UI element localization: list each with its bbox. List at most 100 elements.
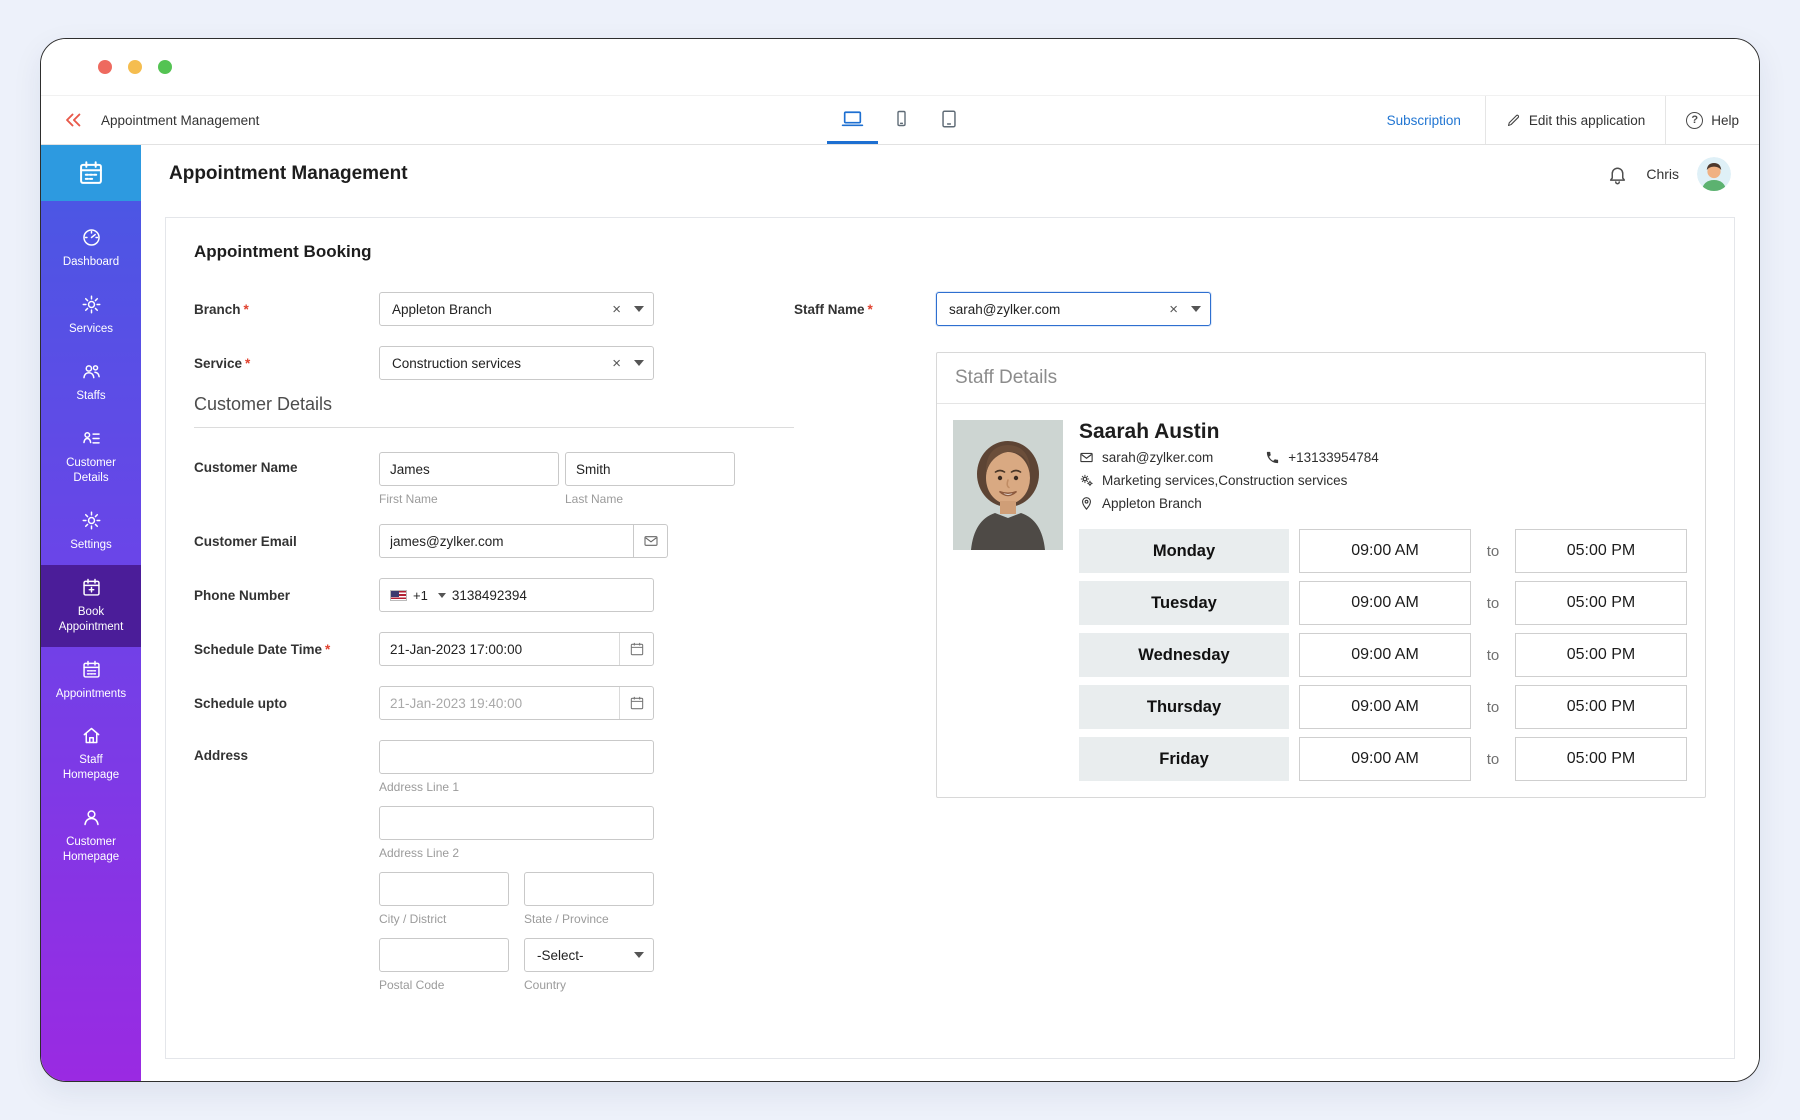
schedule-day: Thursday: [1079, 685, 1289, 729]
clear-icon[interactable]: ×: [1160, 302, 1187, 317]
sidebar-item-staff-homepage[interactable]: Staff Homepage: [41, 713, 141, 795]
postal-helper: Postal Code: [379, 978, 509, 992]
staff-details-title: Staff Details: [937, 353, 1705, 404]
postal-code-input[interactable]: [379, 938, 509, 972]
people-icon: [81, 361, 102, 382]
address-line2-field: Address Line 2: [379, 806, 654, 860]
service-select[interactable]: Construction services ×: [379, 346, 654, 380]
schedule-start-time[interactable]: 09:00 AM: [1299, 633, 1471, 677]
notifications-bell-icon[interactable]: [1607, 164, 1628, 185]
schedule-end-time[interactable]: 05:00 PM: [1515, 633, 1687, 677]
branch-label: Branch*: [194, 302, 379, 317]
service-label: Service*: [194, 356, 379, 371]
schedule-start-input[interactable]: 21-Jan-2023 17:00:00: [379, 632, 654, 666]
staff-name-select[interactable]: sarah@zylker.com ×: [936, 292, 1211, 326]
app-body: Dashboard Services Staffs: [41, 145, 1759, 1081]
phone-input-group[interactable]: +1: [379, 578, 654, 612]
toolbar-app-title: Appointment Management: [101, 113, 259, 128]
minimize-window-button[interactable]: [128, 60, 142, 74]
subscription-link[interactable]: Subscription: [1363, 96, 1485, 144]
state-input[interactable]: [524, 872, 654, 906]
content-area: Appointment Booking Branch* Appleton Bra…: [141, 203, 1759, 1081]
sidebar-item-dashboard[interactable]: Dashboard: [41, 215, 141, 282]
email-envelope-button[interactable]: [634, 524, 668, 558]
sidebar-item-services[interactable]: Services: [41, 282, 141, 349]
schedule-end-time[interactable]: 05:00 PM: [1515, 737, 1687, 781]
sidebar-item-customer-homepage[interactable]: Customer Homepage: [41, 795, 141, 877]
schedule-upto-input[interactable]: 21-Jan-2023 19:40:00: [379, 686, 654, 720]
address-line2-input[interactable]: [379, 806, 654, 840]
city-input[interactable]: [379, 872, 509, 906]
zoom-window-button[interactable]: [158, 60, 172, 74]
form-left-column: Branch* Appleton Branch ×: [194, 292, 794, 992]
calendar-icon[interactable]: [619, 687, 653, 719]
state-helper: State / Province: [524, 912, 654, 926]
staff-phone: +13133954784: [1265, 450, 1378, 465]
address-line1-input[interactable]: [379, 740, 654, 774]
schedule-end-time[interactable]: 05:00 PM: [1515, 581, 1687, 625]
desktop-view-toggle[interactable]: [827, 96, 878, 144]
clear-icon[interactable]: ×: [603, 302, 630, 317]
tablet-view-toggle[interactable]: [925, 96, 973, 144]
sidebar-item-customer-details[interactable]: Customer Details: [41, 416, 141, 498]
customer-email-input[interactable]: [379, 524, 634, 558]
sidebar-item-book-appointment[interactable]: Book Appointment: [41, 565, 141, 647]
required-asterisk: *: [325, 642, 330, 657]
edit-application-button[interactable]: Edit this application: [1485, 96, 1665, 144]
help-button[interactable]: ? Help: [1665, 96, 1759, 144]
address-label: Address: [194, 740, 379, 763]
calendar-icon[interactable]: [619, 633, 653, 665]
schedule-to-label: to: [1471, 751, 1515, 768]
clear-icon[interactable]: ×: [603, 356, 630, 371]
sidebar: Dashboard Services Staffs: [41, 145, 141, 1081]
required-asterisk: *: [868, 302, 873, 317]
phone-icon: [1265, 450, 1280, 465]
postal-field: Postal Code: [379, 938, 509, 992]
service-label-text: Service: [194, 356, 242, 371]
branch-field-row: Branch* Appleton Branch ×: [194, 292, 794, 326]
laptop-icon: [840, 106, 865, 131]
chevron-down-icon: [634, 306, 644, 312]
home-icon: [81, 725, 102, 746]
country-select[interactable]: -Select-: [524, 938, 654, 972]
last-name-field: Last Name: [565, 452, 735, 506]
schedule-start-field-row: Schedule Date Time* 21-Jan-2023 17:00:00: [194, 632, 794, 666]
first-name-helper: First Name: [379, 492, 559, 506]
staff-email: sarah@zylker.com: [1079, 450, 1213, 465]
schedule-day: Friday: [1079, 737, 1289, 781]
first-name-input[interactable]: [379, 452, 559, 486]
sidebar-item-settings[interactable]: Settings: [41, 498, 141, 565]
sidebar-item-appointments[interactable]: Appointments: [41, 647, 141, 714]
schedule-start-time[interactable]: 09:00 AM: [1299, 581, 1471, 625]
schedule-start-time[interactable]: 09:00 AM: [1299, 737, 1471, 781]
chevron-down-icon[interactable]: [438, 593, 446, 598]
schedule-end-time[interactable]: 05:00 PM: [1515, 685, 1687, 729]
schedule-start-time[interactable]: 09:00 AM: [1299, 685, 1471, 729]
mobile-view-toggle[interactable]: [878, 96, 925, 144]
help-label: Help: [1711, 113, 1739, 128]
app-logo[interactable]: [41, 145, 141, 201]
page-title: Appointment Management: [169, 163, 408, 185]
sidebar-item-staffs[interactable]: Staffs: [41, 349, 141, 416]
address-fields: Address Line 1 Address Line 2: [379, 740, 654, 992]
last-name-input[interactable]: [565, 452, 735, 486]
branch-select[interactable]: Appleton Branch ×: [379, 292, 654, 326]
customer-name-label: Customer Name: [194, 452, 379, 475]
schedule-day: Tuesday: [1079, 581, 1289, 625]
sidebar-item-label: Appointments: [56, 687, 126, 702]
country-field: -Select- Country: [524, 938, 654, 992]
schedule-row-wednesday: Wednesday 09:00 AM to 05:00 PM: [1079, 633, 1689, 677]
schedule-start-label: Schedule Date Time*: [194, 642, 379, 657]
customer-email-group: [379, 524, 668, 558]
sidebar-item-label: Customer Homepage: [51, 835, 131, 865]
staff-name-label: Staff Name*: [794, 302, 936, 317]
schedule-end-time[interactable]: 05:00 PM: [1515, 529, 1687, 573]
staff-details-panel: Staff Details: [936, 352, 1706, 798]
back-button[interactable]: [57, 104, 89, 136]
schedule-start-time[interactable]: 09:00 AM: [1299, 529, 1471, 573]
device-preview-switch: [827, 96, 973, 144]
close-window-button[interactable]: [98, 60, 112, 74]
phone-number-input[interactable]: [452, 580, 643, 610]
user-avatar[interactable]: [1697, 157, 1731, 191]
schedule-upto-field-row: Schedule upto 21-Jan-2023 19:40:00: [194, 686, 794, 720]
